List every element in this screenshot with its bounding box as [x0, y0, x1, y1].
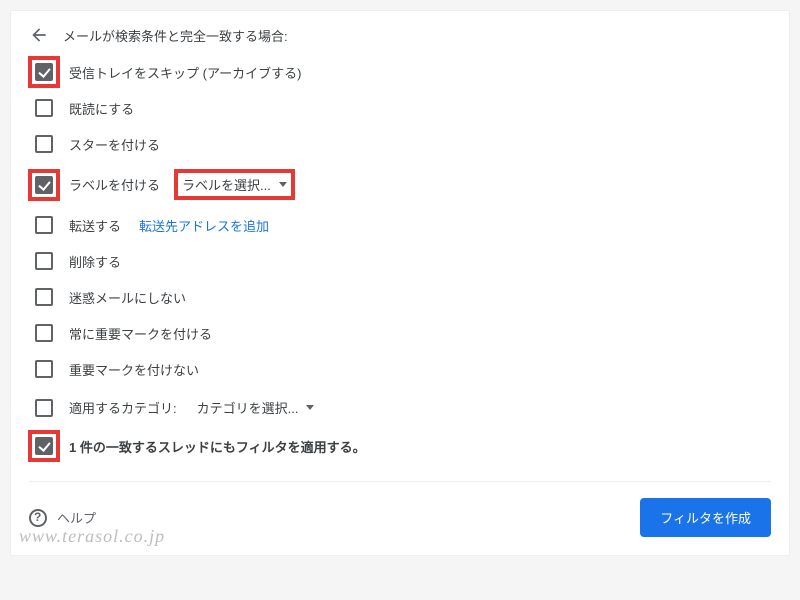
option-row: 1 件の一致するスレッドにもフィルタを適用する。: [29, 435, 771, 457]
checkbox[interactable]: [35, 437, 53, 455]
checkbox-wrap: [33, 61, 55, 83]
option-label: 転送する: [69, 216, 121, 235]
help-label: ヘルプ: [57, 508, 96, 527]
filter-actions-panel: メールが検索条件と完全一致する場合: 受信トレイをスキップ (アーカイブする) 既…: [10, 10, 790, 556]
checkbox-wrap: [33, 358, 55, 380]
caret-down-icon: [306, 405, 314, 410]
option-label: 既読にする: [69, 99, 134, 118]
option-label: 受信トレイをスキップ (アーカイブする): [69, 63, 302, 82]
dropdown-label: ラベルを選択...: [182, 175, 271, 194]
panel-footer: ヘルプ フィルタを作成: [29, 481, 771, 555]
option-row: 転送する転送先アドレスを追加: [29, 214, 771, 236]
panel-title: メールが検索条件と完全一致する場合:: [63, 26, 288, 45]
checkbox[interactable]: [35, 135, 53, 153]
checkbox-wrap: [33, 174, 55, 196]
checkbox-wrap: [33, 250, 55, 272]
option-row: 重要マークを付けない: [29, 358, 771, 380]
panel-header: メールが検索条件と完全一致する場合:: [29, 25, 771, 45]
option-label: 迷惑メールにしない: [69, 288, 186, 307]
option-list: 受信トレイをスキップ (アーカイブする)既読にするスターを付けるラベルを付けるラ…: [29, 61, 771, 457]
checkbox-wrap: [33, 435, 55, 457]
checkbox[interactable]: [35, 324, 53, 342]
option-label: 重要マークを付けない: [69, 360, 199, 379]
checkbox[interactable]: [35, 176, 53, 194]
checkbox[interactable]: [35, 99, 53, 117]
option-row: 受信トレイをスキップ (アーカイブする): [29, 61, 771, 83]
checkbox[interactable]: [35, 288, 53, 306]
checkbox-wrap: [33, 397, 55, 419]
dropdown[interactable]: ラベルを選択...: [174, 169, 295, 200]
option-row: ラベルを付ける ラベルを選択...: [29, 169, 771, 200]
option-label: ラベルを付ける: [69, 175, 160, 194]
dropdown-label: カテゴリを選択...: [197, 398, 299, 417]
arrow-left-icon: [29, 32, 49, 49]
help-icon: [29, 509, 47, 527]
option-row: 適用するカテゴリ: カテゴリを選択...: [29, 394, 771, 421]
checkbox[interactable]: [35, 360, 53, 378]
option-label: 1 件の一致するスレッドにもフィルタを適用する。: [69, 437, 366, 456]
option-label: 削除する: [69, 252, 121, 271]
dropdown[interactable]: カテゴリを選択...: [191, 394, 321, 421]
option-row: 迷惑メールにしない: [29, 286, 771, 308]
option-row: スターを付ける: [29, 133, 771, 155]
checkbox[interactable]: [35, 216, 53, 234]
checkbox-wrap: [33, 133, 55, 155]
checkbox-wrap: [33, 214, 55, 236]
caret-down-icon: [279, 182, 287, 187]
checkbox[interactable]: [35, 63, 53, 81]
checkbox-wrap: [33, 286, 55, 308]
inline-link[interactable]: 転送先アドレスを追加: [139, 216, 269, 235]
option-row: 常に重要マークを付ける: [29, 322, 771, 344]
checkbox-wrap: [33, 97, 55, 119]
checkbox[interactable]: [35, 399, 53, 417]
option-label: 適用するカテゴリ:: [69, 398, 177, 417]
checkbox[interactable]: [35, 252, 53, 270]
option-row: 既読にする: [29, 97, 771, 119]
option-label: スターを付ける: [69, 135, 160, 154]
checkbox-wrap: [33, 322, 55, 344]
option-row: 削除する: [29, 250, 771, 272]
option-label: 常に重要マークを付ける: [69, 324, 212, 343]
back-button[interactable]: [29, 25, 49, 45]
create-filter-button[interactable]: フィルタを作成: [640, 498, 771, 537]
help-link[interactable]: ヘルプ: [29, 508, 96, 527]
